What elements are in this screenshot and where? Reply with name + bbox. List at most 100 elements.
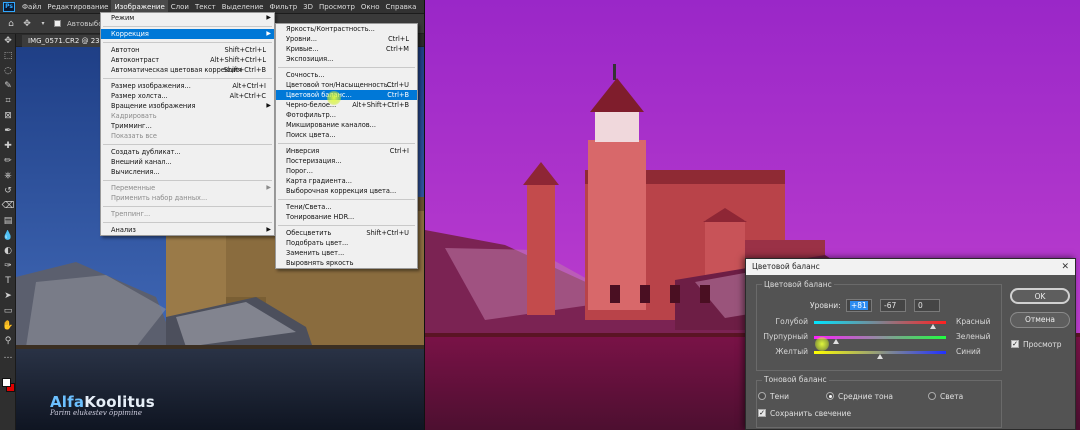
- menu-item[interactable]: Тримминг...: [101, 121, 274, 131]
- slider-thumb[interactable]: [930, 324, 937, 329]
- level-cyan-red-input[interactable]: +81: [846, 299, 872, 312]
- menu-item[interactable]: Коррекция ▶: [101, 29, 274, 39]
- healing-icon[interactable]: ✚: [0, 139, 16, 154]
- crop-icon[interactable]: ⌗: [0, 94, 16, 109]
- menu-item[interactable]: Выровнять яркость: [276, 258, 417, 268]
- menu-item[interactable]: Микширование каналов...: [276, 120, 417, 130]
- preserve-luminosity-checkbox[interactable]: ✓: [758, 409, 766, 417]
- menu-item[interactable]: Тени/Света...: [276, 202, 417, 212]
- more-icon[interactable]: …: [0, 349, 16, 364]
- marquee-icon[interactable]: ⬚: [0, 49, 16, 64]
- menu-item[interactable]: Порог...: [276, 166, 417, 176]
- dodge-icon[interactable]: ◐: [0, 244, 16, 259]
- level-magenta-green-input[interactable]: -67: [880, 299, 906, 312]
- menu-item-label: Переменные: [111, 184, 156, 192]
- foreground-color-swatch[interactable]: [2, 378, 11, 387]
- menu-item[interactable]: Создать дубликат...: [101, 147, 274, 157]
- move-icon[interactable]: ✥: [0, 34, 16, 49]
- menu-item[interactable]: Вычисления...: [101, 167, 274, 177]
- pen-icon[interactable]: ✑: [0, 259, 16, 274]
- menu-item[interactable]: Заменить цвет...: [276, 248, 417, 258]
- slider-left-label: Пурпурный: [763, 332, 808, 341]
- home-icon[interactable]: ⌂: [6, 19, 16, 29]
- menu-item[interactable]: Внешний канал...: [101, 157, 274, 167]
- submenu-arrow-icon: ▶: [266, 14, 271, 21]
- menu-item[interactable]: Экспозиция...: [276, 54, 417, 64]
- menu-item[interactable]: Подобрать цвет...: [276, 238, 417, 248]
- preview-checkbox[interactable]: ✓: [1011, 340, 1019, 348]
- slider-track[interactable]: [814, 321, 946, 324]
- menu-item[interactable]: Размер изображения... Alt+Ctrl+I: [101, 81, 274, 91]
- menu-item[interactable]: Выборочная коррекция цвета...: [276, 186, 417, 196]
- menu-item[interactable]: Размер холста... Alt+Ctrl+C: [101, 91, 274, 101]
- menu-item[interactable]: Поиск цвета...: [276, 130, 417, 140]
- menu-item[interactable]: Инверсия Ctrl+I: [276, 146, 417, 156]
- dialog-cursor-highlight: [815, 337, 829, 351]
- chevron-down-icon[interactable]: ▾: [38, 19, 48, 29]
- brush-icon[interactable]: ✏: [0, 154, 16, 169]
- ok-button[interactable]: OK: [1010, 288, 1070, 304]
- menu-item-label: Применить набор данных...: [111, 194, 208, 202]
- menu-item-shortcut: Ctrl+M: [386, 45, 409, 53]
- menu-item[interactable]: Постеризация...: [276, 156, 417, 166]
- level-yellow-blue-input[interactable]: 0: [914, 299, 940, 312]
- menu-bar-item[interactable]: Справка: [383, 0, 420, 14]
- shape-icon[interactable]: ▭: [0, 304, 16, 319]
- lasso-icon[interactable]: ◌: [0, 64, 16, 79]
- slider-thumb[interactable]: [832, 339, 839, 344]
- menu-item-shortcut: Alt+Ctrl+C: [229, 92, 266, 100]
- frame-icon[interactable]: ⊠: [0, 109, 16, 124]
- close-icon[interactable]: ✕: [1061, 259, 1069, 275]
- menu-separator: [103, 41, 272, 43]
- menu-bar-item[interactable]: Файл: [19, 0, 44, 14]
- menu-item[interactable]: Цветовой тон/Насыщенность... Ctrl+U: [276, 80, 417, 90]
- tone-radio[interactable]: [826, 392, 834, 400]
- history-brush-icon[interactable]: ↺: [0, 184, 16, 199]
- menu-separator: [103, 221, 272, 223]
- menu-item-label: Уровни...: [286, 35, 318, 43]
- menu-item[interactable]: Яркость/Контрастность...: [276, 24, 417, 34]
- menu-item-shortcut: Ctrl+L: [388, 35, 409, 43]
- menu-item[interactable]: Сочность...: [276, 70, 417, 80]
- menu-item-shortcut: Alt+Shift+Ctrl+B: [352, 101, 409, 109]
- auto-select-checkbox[interactable]: [54, 20, 61, 27]
- menu-item[interactable]: Автоконтраст Alt+Shift+Ctrl+L: [101, 55, 274, 65]
- eyedropper-icon[interactable]: ✒: [0, 124, 16, 139]
- menu-item[interactable]: Карта градиента...: [276, 176, 417, 186]
- gradient-icon[interactable]: ▤: [0, 214, 16, 229]
- quick-select-icon[interactable]: ✎: [0, 79, 16, 94]
- hand-icon[interactable]: ✋: [0, 319, 16, 334]
- menu-item-label: Выровнять яркость: [286, 259, 354, 267]
- menu-item[interactable]: Обесцветить Shift+Ctrl+U: [276, 228, 417, 238]
- menu-item[interactable]: Фотофильтр...: [276, 110, 417, 120]
- menu-item-shortcut: Ctrl+U: [386, 81, 409, 89]
- menu-item-shortcut: Alt+Shift+Ctrl+L: [210, 56, 266, 64]
- menu-item[interactable]: Цветовой баланс... Ctrl+B: [276, 90, 417, 100]
- slider-thumb[interactable]: [877, 354, 883, 359]
- menu-bar-item[interactable]: 3D: [300, 0, 316, 14]
- menu-item[interactable]: Кривые... Ctrl+M: [276, 44, 417, 54]
- tone-radio[interactable]: [758, 392, 766, 400]
- zoom-icon[interactable]: ⚲: [0, 334, 16, 349]
- menu-separator: [103, 179, 272, 181]
- move-tool-icon[interactable]: ✥: [22, 19, 32, 29]
- menu-item[interactable]: Автоматическая цветовая коррекция Shift+C…: [101, 65, 274, 75]
- tone-radio[interactable]: [928, 392, 936, 400]
- path-select-icon[interactable]: ➤: [0, 289, 16, 304]
- menu-item[interactable]: Автотон Shift+Ctrl+L: [101, 45, 274, 55]
- menu-bar-item[interactable]: Окно: [358, 0, 383, 14]
- menu-item[interactable]: Уровни... Ctrl+L: [276, 34, 417, 44]
- menu-item[interactable]: Режим ▶: [101, 13, 274, 23]
- cancel-button[interactable]: Отмена: [1010, 312, 1070, 328]
- type-icon[interactable]: T: [0, 274, 16, 289]
- menu-item[interactable]: Вращение изображения ▶: [101, 101, 274, 111]
- menu-bar-item[interactable]: Просмотр: [316, 0, 358, 14]
- menu-item[interactable]: Черно-белое... Alt+Shift+Ctrl+B: [276, 100, 417, 110]
- stamp-icon[interactable]: ⎈: [0, 169, 16, 184]
- menu-item-label: Внешний канал...: [111, 158, 172, 166]
- app-root: Ps Файл Редактирование Изображение Слои Текс…: [0, 0, 1080, 430]
- eraser-icon[interactable]: ⌫: [0, 199, 16, 214]
- menu-item[interactable]: Тонирование HDR...: [276, 212, 417, 222]
- menu-item[interactable]: Анализ ▶: [101, 225, 274, 235]
- blur-icon[interactable]: 💧: [0, 229, 16, 244]
